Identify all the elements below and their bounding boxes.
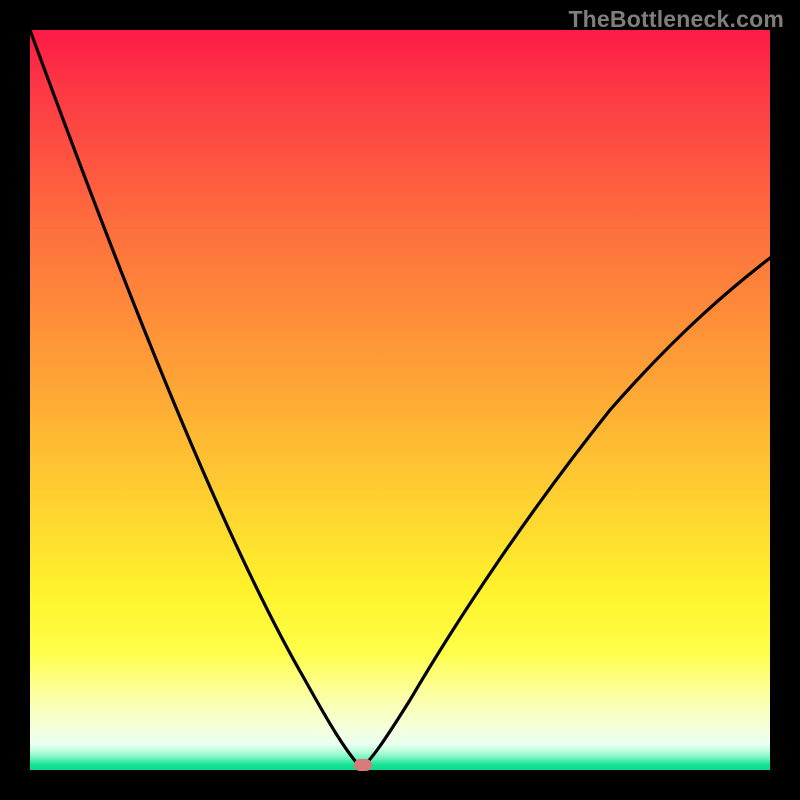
watermark-text: TheBottleneck.com [568,6,784,33]
plot-area [30,30,770,770]
minimum-marker [354,759,372,771]
bottleneck-curve [30,30,770,770]
chart-container: TheBottleneck.com [0,0,800,800]
curve-path [30,30,770,768]
